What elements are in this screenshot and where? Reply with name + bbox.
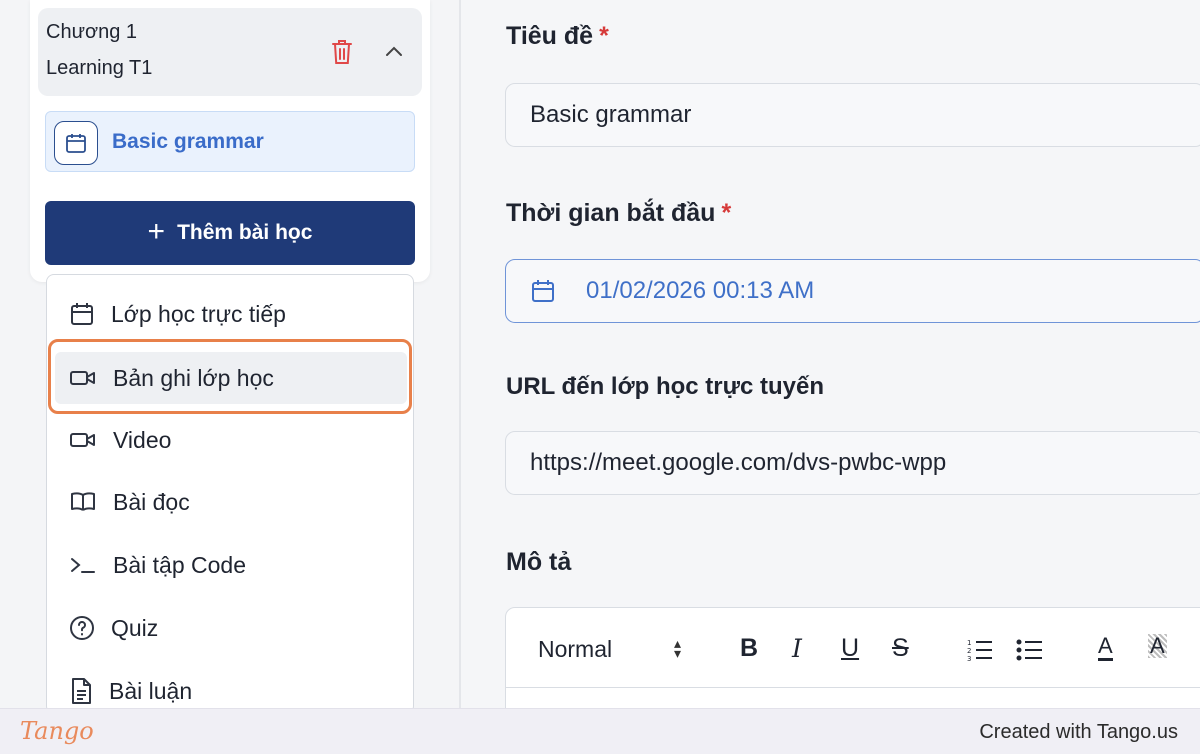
- start-time-label-text: Thời gian bắt đầu: [506, 199, 716, 227]
- start-time-label: Thời gian bắt đầu *: [506, 199, 731, 228]
- menu-item-label: Bài tập Code: [113, 551, 246, 578]
- add-lesson-button[interactable]: + Thêm bài học: [45, 201, 415, 265]
- bold-button[interactable]: B: [740, 634, 758, 663]
- trash-icon[interactable]: [330, 38, 354, 66]
- footer-bar: Tango Created with Tango.us: [0, 708, 1200, 754]
- url-input-value: https://meet.google.com/dvs-pwbc-wpp: [530, 449, 947, 476]
- strikethrough-button[interactable]: S: [892, 634, 909, 663]
- svg-text:3: 3: [967, 655, 971, 663]
- description-label: Mô tả: [506, 548, 572, 576]
- chapter-title: Learning T1: [46, 57, 153, 79]
- video-camera-icon: [70, 433, 95, 447]
- ordered-list-icon[interactable]: 1 2 3: [966, 637, 994, 663]
- menu-item-quiz[interactable]: Quiz: [47, 602, 413, 654]
- lesson-item-basic-grammar[interactable]: Basic grammar: [45, 111, 415, 172]
- underline-button[interactable]: U: [841, 634, 859, 663]
- lesson-icon-box: [54, 121, 98, 165]
- calendar-icon: [532, 280, 554, 302]
- menu-item-label: Bài luận: [109, 677, 193, 704]
- bullet-list-icon[interactable]: [1016, 637, 1044, 663]
- start-time-value: 01/02/2026 00:13 AM: [586, 277, 815, 304]
- plus-icon: +: [147, 214, 166, 248]
- menu-item-reading[interactable]: Bài đọc: [47, 476, 413, 528]
- column-divider: [459, 0, 461, 708]
- text-color-button[interactable]: A: [1098, 634, 1113, 661]
- title-label: Tiêu đề *: [506, 22, 609, 51]
- required-mark: *: [599, 22, 609, 50]
- svg-text:1: 1: [967, 639, 971, 647]
- background-color-button[interactable]: A: [1148, 634, 1167, 658]
- title-input-value: Basic grammar: [530, 101, 692, 128]
- document-icon: [72, 678, 91, 704]
- menu-item-live-class[interactable]: Lớp học trực tiếp: [47, 288, 413, 340]
- menu-item-label: Lớp học trực tiếp: [111, 300, 286, 327]
- question-circle-icon: [70, 616, 94, 640]
- calendar-icon: [66, 134, 86, 153]
- open-book-icon: [71, 492, 95, 511]
- start-time-picker[interactable]: 01/02/2026 00:13 AM: [505, 259, 1200, 323]
- required-mark: *: [721, 199, 732, 227]
- menu-item-code-exercise[interactable]: Bài tập Code: [47, 539, 413, 591]
- menu-item-label: Bài đọc: [113, 488, 190, 515]
- italic-button[interactable]: I: [792, 634, 802, 663]
- lesson-label: Basic grammar: [112, 130, 264, 153]
- svg-text:2: 2: [967, 647, 971, 655]
- text-style-select[interactable]: Normal: [538, 636, 612, 663]
- menu-item-video[interactable]: Video: [47, 414, 413, 466]
- title-input[interactable]: Basic grammar: [505, 83, 1200, 147]
- url-input[interactable]: https://meet.google.com/dvs-pwbc-wpp: [505, 431, 1200, 495]
- chapter-number: Chương 1: [46, 21, 137, 43]
- menu-item-label: Quiz: [111, 614, 159, 641]
- editor-toolbar: Normal ▴ ▾ B I U S 1 2 3 A A: [506, 608, 1200, 688]
- highlight-ring: [48, 339, 412, 414]
- title-label-text: Tiêu đề: [506, 22, 594, 50]
- chevron-up-icon[interactable]: [384, 42, 404, 60]
- description-editor[interactable]: Normal ▴ ▾ B I U S 1 2 3 A A: [505, 607, 1200, 717]
- terminal-icon: [71, 558, 95, 573]
- select-arrows-icon: ▴ ▾: [674, 635, 682, 661]
- menu-item-label: Video: [113, 426, 172, 453]
- created-with-text: Created with Tango.us: [979, 721, 1178, 743]
- calendar-icon: [71, 303, 93, 325]
- tango-logo: Tango: [20, 717, 94, 745]
- url-label: URL đến lớp học trực tuyến: [506, 373, 825, 400]
- add-lesson-label: Thêm bài học: [177, 221, 313, 244]
